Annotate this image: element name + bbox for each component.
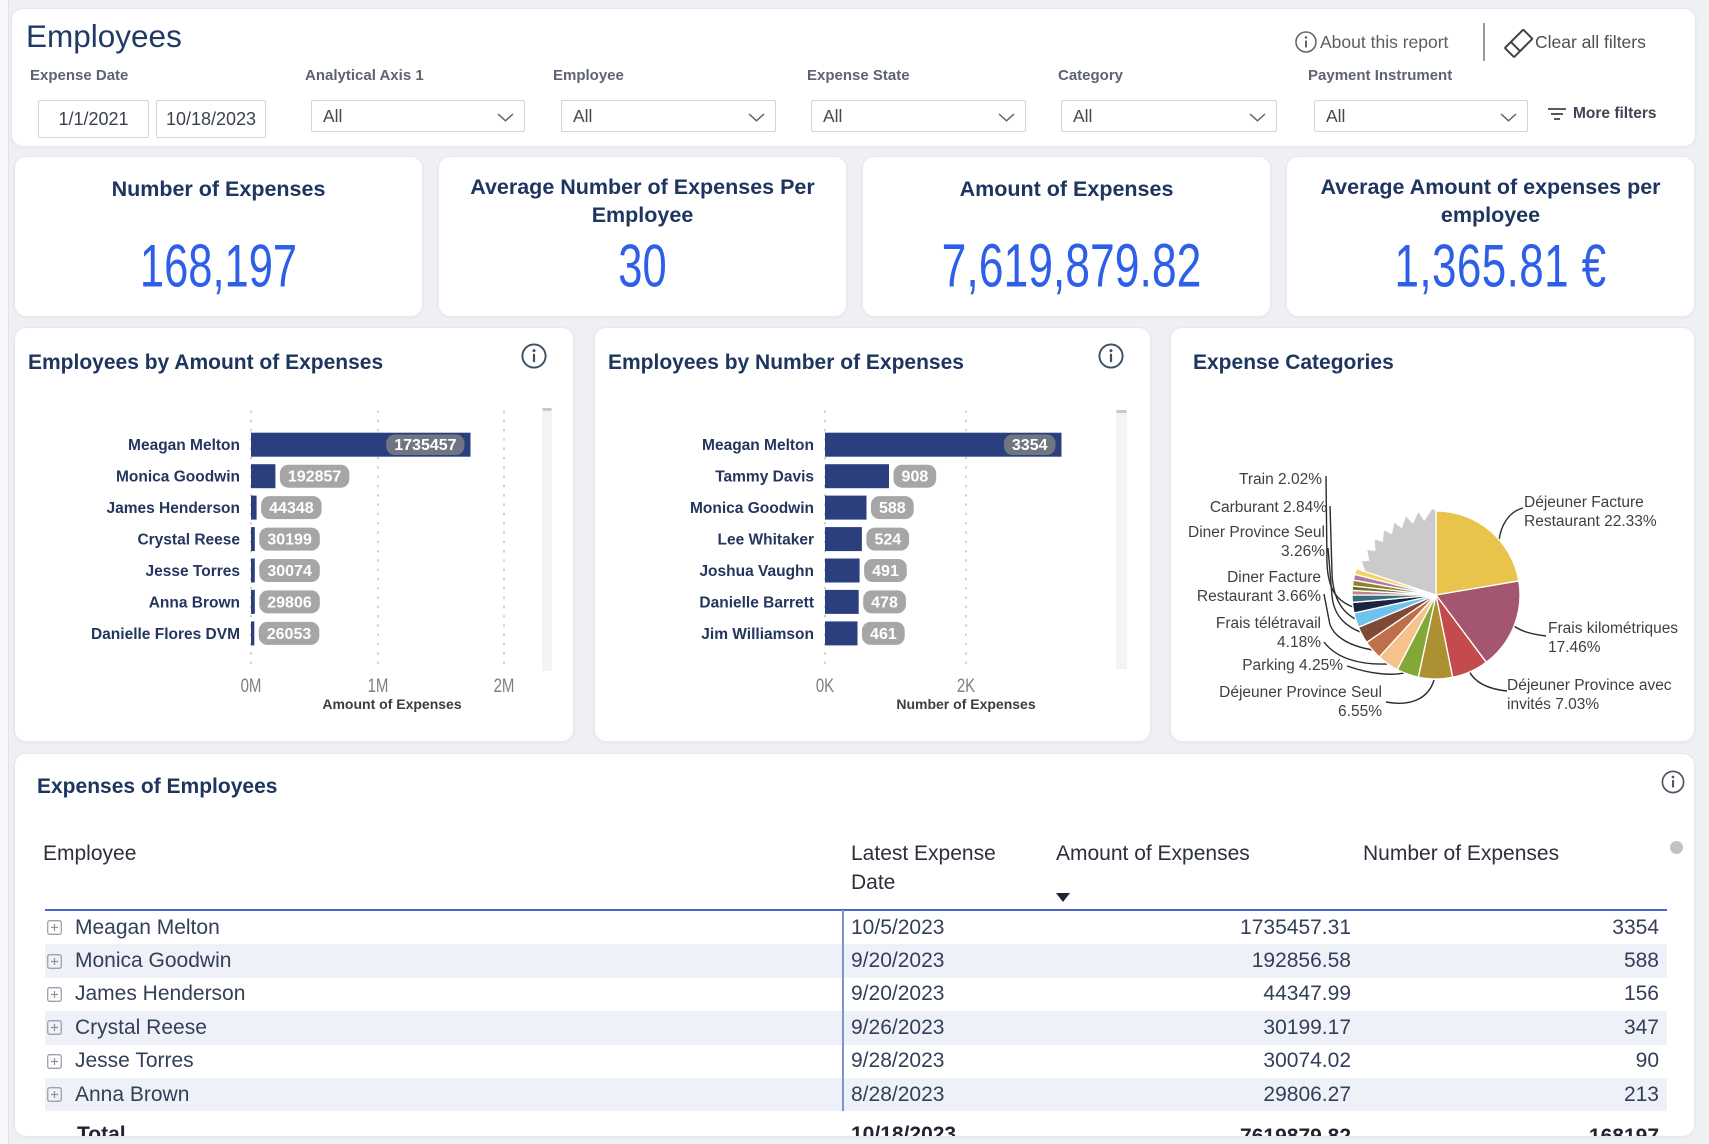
svg-text:30074: 30074 <box>267 563 312 580</box>
svg-text:478: 478 <box>871 594 898 611</box>
svg-text:Monica Goodwin: Monica Goodwin <box>116 469 240 486</box>
svg-text:Crystal Reese: Crystal Reese <box>137 532 240 549</box>
svg-text:Lee Whitaker: Lee Whitaker <box>718 532 814 549</box>
svg-text:908: 908 <box>902 469 929 486</box>
svg-text:Amount of Expenses: Amount of Expenses <box>322 696 461 712</box>
svg-text:0M: 0M <box>241 674 262 697</box>
svg-text:Meagan Melton: Meagan Melton <box>702 437 814 454</box>
svg-text:Meagan Melton: Meagan Melton <box>128 437 240 454</box>
svg-text:1M: 1M <box>368 674 389 697</box>
svg-text:Jesse Torres: Jesse Torres <box>146 563 241 580</box>
svg-text:491: 491 <box>872 563 899 580</box>
svg-text:2K: 2K <box>957 674 976 697</box>
svg-text:30199: 30199 <box>267 532 312 549</box>
svg-text:461: 461 <box>870 626 897 643</box>
svg-text:Joshua Vaughn: Joshua Vaughn <box>699 563 814 580</box>
svg-text:26053: 26053 <box>267 626 312 643</box>
svg-text:192857: 192857 <box>288 469 341 486</box>
svg-text:1735457: 1735457 <box>394 437 456 454</box>
svg-text:44348: 44348 <box>269 500 314 517</box>
svg-text:2M: 2M <box>494 674 515 697</box>
svg-text:588: 588 <box>879 500 906 517</box>
svg-text:Jim Williamson: Jim Williamson <box>701 626 814 643</box>
svg-text:Number of Expenses: Number of Expenses <box>896 696 1035 712</box>
svg-text:524: 524 <box>874 532 901 549</box>
svg-text:Danielle Flores DVM: Danielle Flores DVM <box>91 626 240 643</box>
svg-text:0K: 0K <box>816 674 835 697</box>
svg-text:Tammy Davis: Tammy Davis <box>715 469 814 486</box>
svg-text:James Henderson: James Henderson <box>106 500 240 517</box>
svg-text:Monica Goodwin: Monica Goodwin <box>690 500 814 517</box>
svg-text:Anna Brown: Anna Brown <box>149 594 240 611</box>
svg-text:29806: 29806 <box>267 594 312 611</box>
svg-text:Danielle Barrett: Danielle Barrett <box>699 594 814 611</box>
svg-text:3354: 3354 <box>1012 437 1048 454</box>
